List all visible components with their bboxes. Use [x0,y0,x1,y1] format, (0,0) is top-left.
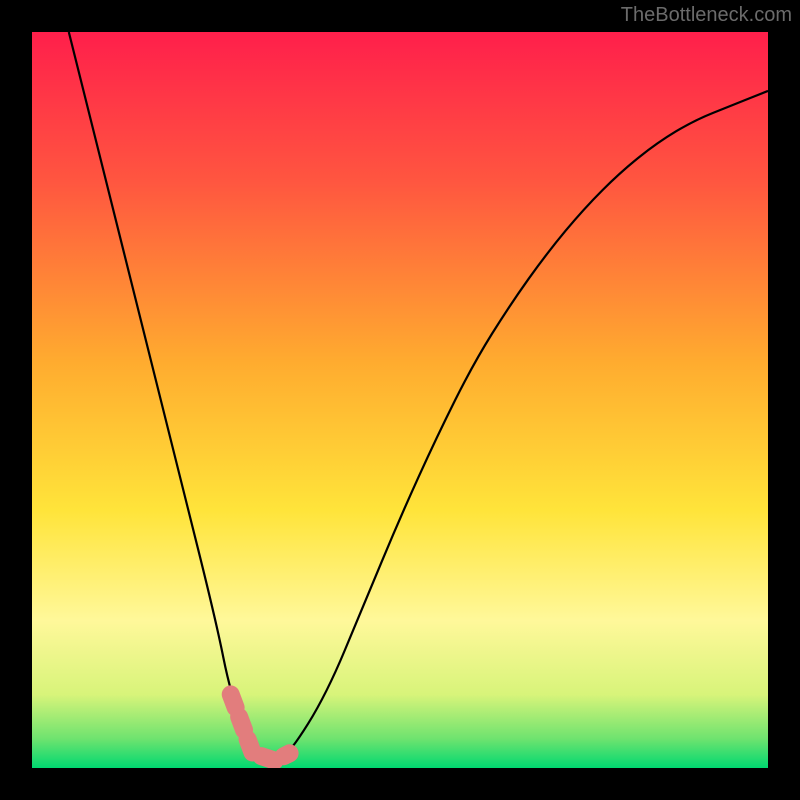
curve-highlight [231,694,290,760]
plot-area [32,32,768,768]
chart-frame: TheBottleneck.com [0,0,800,800]
watermark-text: TheBottleneck.com [621,4,792,27]
curve-path [69,32,768,759]
bottleneck-curve [32,32,768,768]
